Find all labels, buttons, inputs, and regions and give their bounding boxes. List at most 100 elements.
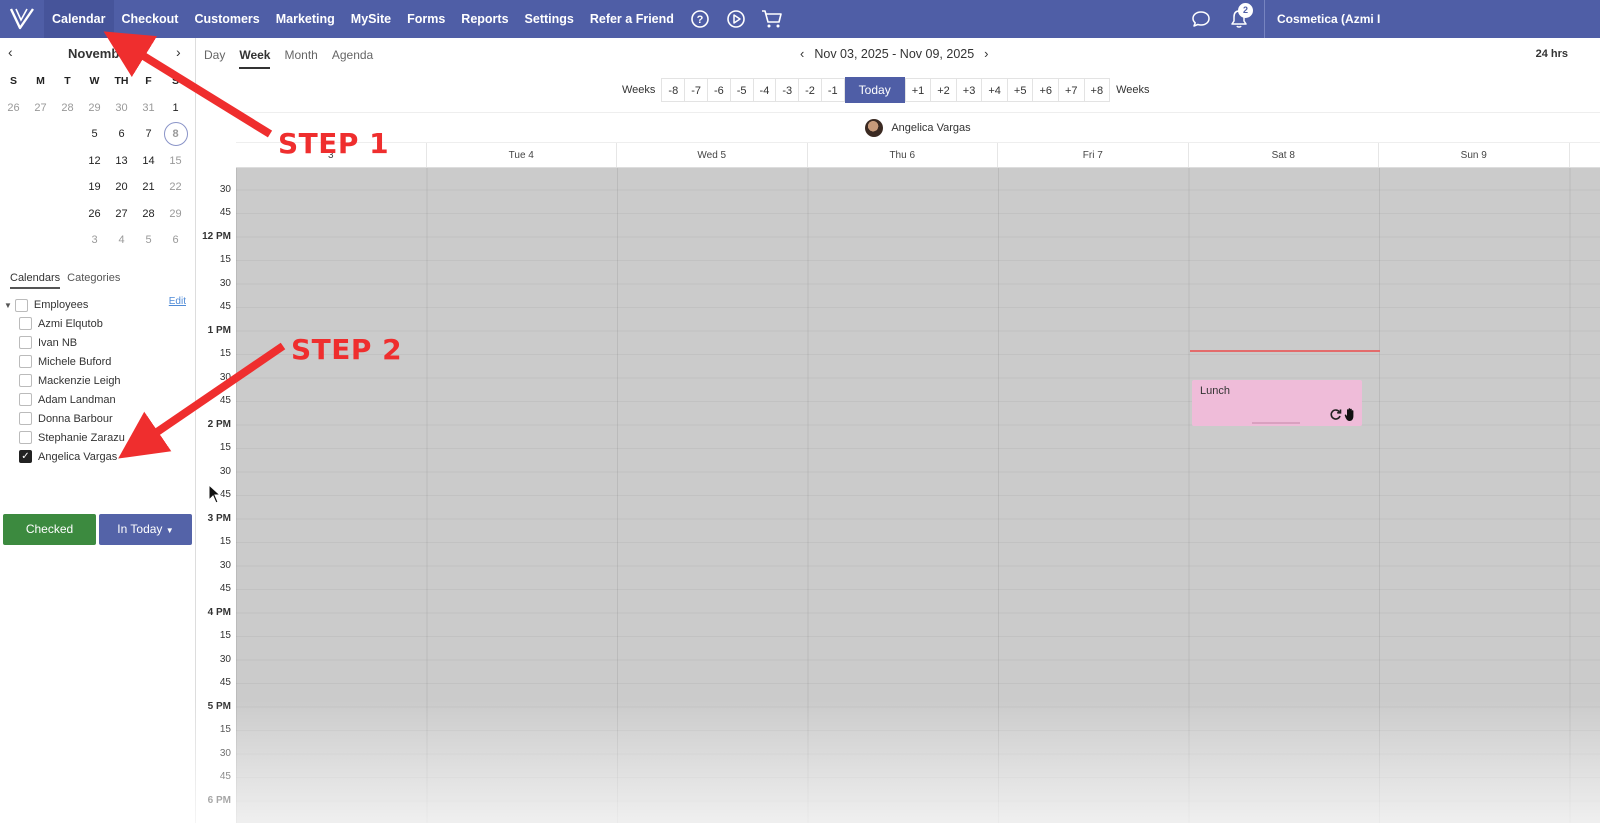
week-offset-button[interactable]: -3 [775,78,799,102]
week-offset-button[interactable]: -8 [661,78,685,102]
play-icon[interactable] [718,0,754,38]
mini-calendar-day[interactable]: 4 [108,234,135,246]
tab-calendars[interactable]: Calendars [10,272,61,289]
employee-item[interactable]: Donna Barbour [0,409,196,428]
day-header[interactable]: Fri 7 [998,143,1189,167]
mini-calendar-day[interactable]: 6 [108,128,135,140]
prev-week-icon[interactable]: ‹ [800,46,804,61]
hours-toggle[interactable]: 24 hrs [1536,48,1568,60]
employees-group[interactable]: ▼ Employees Edit [0,296,196,314]
mini-calendar-day[interactable]: 15 [162,155,189,167]
mini-calendar-day[interactable]: 21 [135,181,162,193]
nav-item-calendar[interactable]: Calendar [44,0,114,38]
day-header[interactable]: Sat 8 [1189,143,1379,167]
week-offset-button[interactable]: -2 [798,78,821,102]
nav-item-settings[interactable]: Settings [517,0,582,38]
tab-month[interactable]: Month [284,48,317,69]
mini-calendar-day[interactable]: 14 [135,155,162,167]
employee-item[interactable]: Ivan NB [0,333,196,352]
week-offset-button[interactable]: +5 [1006,78,1033,102]
employee-checkbox[interactable] [19,431,32,444]
mini-calendar-day[interactable]: 29 [81,102,108,114]
employee-checkbox[interactable] [19,317,32,330]
mini-calendar-day[interactable]: 12 [81,155,108,167]
mini-calendar-day[interactable]: 26 [81,208,108,220]
repeat-icon[interactable] [1329,408,1342,421]
in-today-button[interactable]: In Today ▼ [99,514,192,545]
employee-item[interactable]: Stephanie Zarazu [0,428,196,447]
week-offset-button[interactable]: -7 [684,78,707,102]
employee-checkbox[interactable] [19,374,32,387]
employee-item[interactable]: Adam Landman [0,390,196,409]
tab-week[interactable]: Week [239,48,271,69]
event-resize-handle[interactable] [1252,422,1300,424]
tab-agenda[interactable]: Agenda [332,48,373,69]
week-offset-button[interactable]: +4 [981,78,1007,102]
mini-calendar-day[interactable]: 31 [135,102,162,114]
tab-day[interactable]: Day [204,48,225,69]
mini-calendar-day[interactable]: 7 [135,128,162,140]
mini-calendar-day[interactable]: 19 [81,181,108,193]
employees-group-checkbox[interactable] [14,298,28,312]
account-menu[interactable]: Cosmetica (Azmi I [1264,0,1600,38]
day-header[interactable]: Tue 4 [427,143,617,167]
week-offset-button[interactable]: -5 [729,78,753,102]
help-icon[interactable]: ? [682,0,718,38]
week-offset-button[interactable]: +2 [930,78,956,102]
mini-calendar-day[interactable]: 26 [0,102,27,114]
mini-calendar-next-icon[interactable]: › [176,44,181,60]
calendar-grid[interactable]: Lunch [236,168,1600,823]
mini-calendar-day[interactable]: 28 [54,102,81,114]
mini-calendar-day[interactable]: 1 [162,102,189,114]
day-header[interactable]: Sun 9 [1379,143,1570,167]
week-offset-button[interactable]: -6 [706,78,730,102]
checked-button[interactable]: Checked [3,514,96,545]
week-offset-button[interactable]: -4 [752,78,776,102]
week-offset-button[interactable]: +6 [1032,78,1058,102]
employee-item[interactable]: Michele Buford [0,352,196,371]
nav-item-refer-a-friend[interactable]: Refer a Friend [582,0,682,38]
week-offset-button[interactable]: +3 [955,78,982,102]
cart-icon[interactable] [754,0,790,38]
employee-checkbox[interactable] [19,412,32,425]
today-button[interactable]: Today [844,77,905,103]
caret-down-icon[interactable]: ▼ [4,301,12,310]
week-offset-button[interactable]: +1 [904,78,931,102]
mini-calendar-day[interactable]: 28 [135,208,162,220]
employee-checkbox[interactable] [19,355,32,368]
week-offset-button[interactable]: -1 [820,78,845,102]
employee-item[interactable]: Mackenzie Leigh [0,371,196,390]
nav-item-reports[interactable]: Reports [453,0,516,38]
mini-calendar-day[interactable]: 8 [162,122,189,147]
week-offset-button[interactable]: +8 [1083,78,1111,102]
next-week-icon[interactable]: › [984,46,988,61]
mini-calendar-day[interactable]: 22 [162,181,189,193]
nav-item-mysite[interactable]: MySite [343,0,399,38]
day-header[interactable]: Thu 6 [808,143,998,167]
edit-link[interactable]: Edit [169,296,186,307]
employee-checkbox[interactable] [19,336,32,349]
mini-calendar-day[interactable]: 29 [162,208,189,220]
mini-calendar-day[interactable]: 3 [81,234,108,246]
nav-item-marketing[interactable]: Marketing [268,0,343,38]
selected-day[interactable]: 8 [163,122,188,147]
tab-categories[interactable]: Categories [67,272,120,289]
mini-calendar-day[interactable]: 30 [108,102,135,114]
mini-calendar-day[interactable]: 5 [135,234,162,246]
notifications-button[interactable]: 2 [1220,0,1258,38]
employee-checkbox[interactable]: ✓ [19,450,32,463]
chat-icon[interactable] [1182,0,1220,38]
employee-item[interactable]: Azmi Elqutob [0,314,196,333]
week-offset-button[interactable]: +7 [1057,78,1084,102]
nav-item-customers[interactable]: Customers [186,0,267,38]
employee-checkbox[interactable] [19,393,32,406]
mini-calendar-day[interactable]: 27 [108,208,135,220]
employee-item[interactable]: ✓ Angelica Vargas [0,447,196,466]
mini-calendar-prev-icon[interactable]: ‹ [8,44,13,60]
mini-calendar-day[interactable]: 13 [108,155,135,167]
nav-item-checkout[interactable]: Checkout [114,0,187,38]
mini-calendar-day[interactable]: 20 [108,181,135,193]
calendar-event[interactable]: Lunch [1192,380,1362,426]
day-header[interactable]: Wed 5 [617,143,808,167]
nav-item-forms[interactable]: Forms [399,0,453,38]
